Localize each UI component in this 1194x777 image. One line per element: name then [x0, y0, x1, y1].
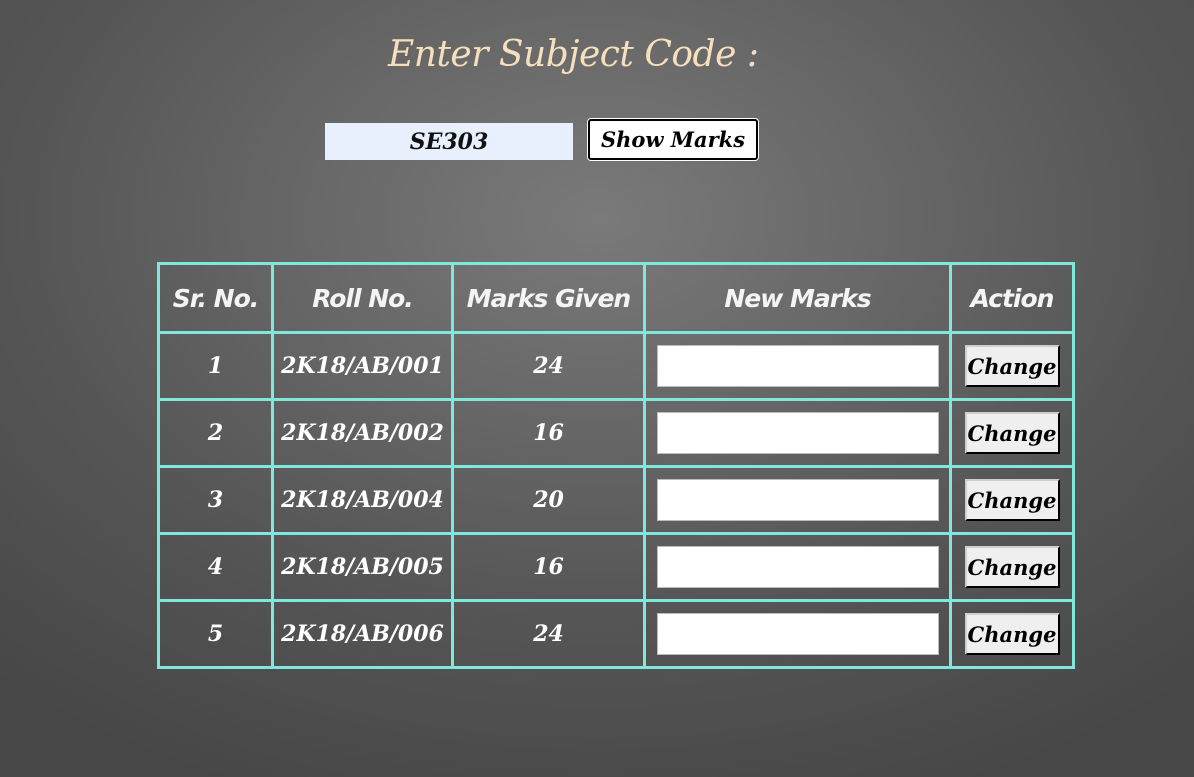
subject-code-input[interactable]: [325, 123, 573, 160]
new-marks-cell: [643, 599, 952, 669]
sr-no-cell: 5: [157, 599, 274, 669]
new-marks-input[interactable]: [656, 613, 939, 655]
table-row: 1 2K18/AB/001 24 Change: [157, 331, 1075, 401]
new-marks-input[interactable]: [656, 345, 939, 387]
roll-no-cell: 2K18/AB/005: [271, 532, 454, 602]
table-row: 4 2K18/AB/005 16 Change: [157, 532, 1075, 602]
page-title: Enter Subject Code :: [388, 34, 759, 75]
show-marks-button[interactable]: Show Marks: [588, 119, 758, 160]
marks-given-cell: 16: [451, 532, 646, 602]
roll-no-cell: 2K18/AB/006: [271, 599, 454, 669]
header-new-marks: New Marks: [643, 262, 952, 334]
new-marks-input[interactable]: [656, 412, 939, 454]
new-marks-cell: [643, 465, 952, 535]
table-row: 2 2K18/AB/002 16 Change: [157, 398, 1075, 468]
action-cell: Change: [949, 532, 1075, 602]
action-cell: Change: [949, 465, 1075, 535]
roll-no-cell: 2K18/AB/001: [271, 331, 454, 401]
new-marks-cell: [643, 331, 952, 401]
new-marks-cell: [643, 532, 952, 602]
table-header-row: Sr. No. Roll No. Marks Given New Marks A…: [157, 262, 1075, 334]
new-marks-input[interactable]: [656, 479, 939, 521]
sr-no-cell: 2: [157, 398, 274, 468]
change-button[interactable]: Change: [964, 412, 1060, 454]
header-marks-given: Marks Given: [451, 262, 646, 334]
marks-table: Sr. No. Roll No. Marks Given New Marks A…: [157, 262, 1075, 669]
action-cell: Change: [949, 398, 1075, 468]
change-button[interactable]: Change: [964, 546, 1060, 588]
new-marks-input[interactable]: [656, 546, 939, 588]
sr-no-cell: 3: [157, 465, 274, 535]
table-row: 5 2K18/AB/006 24 Change: [157, 599, 1075, 669]
change-button[interactable]: Change: [964, 345, 1060, 387]
sr-no-cell: 4: [157, 532, 274, 602]
roll-no-cell: 2K18/AB/002: [271, 398, 454, 468]
marks-given-cell: 16: [451, 398, 646, 468]
marks-given-cell: 24: [451, 331, 646, 401]
marks-given-cell: 24: [451, 599, 646, 669]
header-action: Action: [949, 262, 1075, 334]
header-roll-no: Roll No.: [271, 262, 454, 334]
change-button[interactable]: Change: [964, 479, 1060, 521]
table-row: 3 2K18/AB/004 20 Change: [157, 465, 1075, 535]
sr-no-cell: 1: [157, 331, 274, 401]
change-button[interactable]: Change: [964, 613, 1060, 655]
action-cell: Change: [949, 331, 1075, 401]
roll-no-cell: 2K18/AB/004: [271, 465, 454, 535]
action-cell: Change: [949, 599, 1075, 669]
header-sr-no: Sr. No.: [157, 262, 274, 334]
marks-given-cell: 20: [451, 465, 646, 535]
new-marks-cell: [643, 398, 952, 468]
